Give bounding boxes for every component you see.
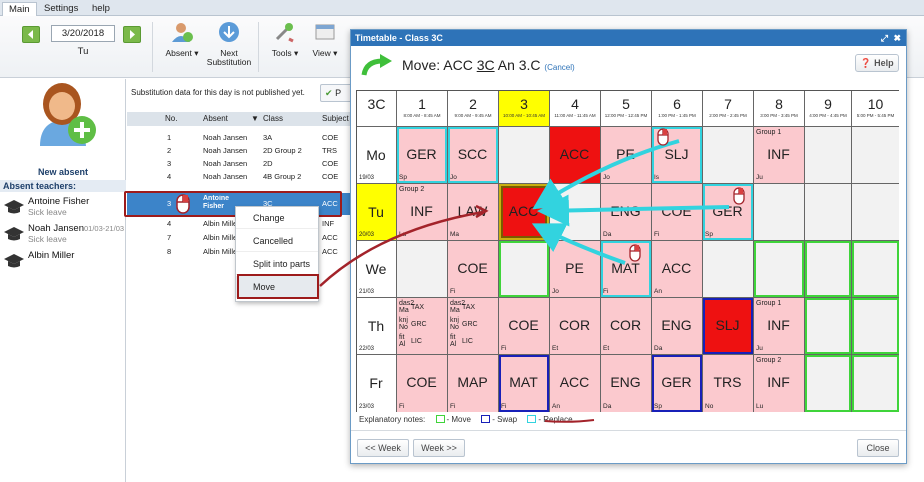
menu-item-cancelled[interactable]: Cancelled: [236, 230, 318, 252]
mouse-icon: [176, 194, 190, 214]
maximize-icon[interactable]: ⤢: [881, 30, 888, 46]
tab-help[interactable]: help: [86, 2, 116, 16]
check-icon: ✔: [325, 88, 333, 98]
left-panel: New absent Absent teachers: Antoine Fish…: [0, 79, 126, 482]
view-button[interactable]: View ▾: [308, 21, 342, 58]
tools-icon: [275, 23, 294, 43]
help-icon: ❓: [860, 58, 872, 68]
new-absent-label[interactable]: New absent: [0, 167, 126, 177]
date-field[interactable]: 3/20/2018: [51, 25, 115, 42]
help-button[interactable]: ❓ Help: [855, 54, 899, 72]
dialog-title: Timetable - Class 3C ⤢ ✖: [351, 30, 906, 46]
graduation-cap-icon: [4, 200, 24, 214]
weekday-label: Tu: [77, 46, 89, 57]
menu-item-change[interactable]: Change: [236, 207, 318, 229]
graduation-cap-icon: [4, 227, 24, 241]
tools-button[interactable]: Tools ▾: [268, 21, 302, 58]
menu-item-split[interactable]: Split into parts: [236, 253, 318, 275]
list-header: No. Absent ▼ Class Subject: [127, 112, 352, 126]
timetable-dialog: Timetable - Class 3C ⤢ ✖ Move: ACC 3C An…: [350, 29, 907, 464]
move-swatch: [435, 415, 445, 423]
table-row[interactable]: 1 Noah Jansen 3A COE: [127, 132, 352, 144]
next-day-button[interactable]: [123, 26, 141, 43]
prev-week-button[interactable]: << Week: [357, 439, 409, 457]
mouse-icon: [657, 128, 669, 146]
legend: Explanatory notes: - Move - Swap - Repla…: [359, 415, 573, 424]
dialog-footer: << Week Week >> Close: [351, 430, 906, 464]
move-description: Move: ACC 3C An 3.C (Cancel): [402, 57, 575, 73]
mouse-icon: [733, 187, 745, 205]
absent-teachers-header: Absent teachers:: [0, 180, 126, 192]
arrow-right-icon: [130, 30, 135, 39]
absent-button[interactable]: Absent ▾: [160, 21, 204, 58]
table-row[interactable]: 3 Noah Jansen 2D COE: [127, 158, 352, 170]
timetable-grid: 3C 1 8:00 AM - 8:45 AM 2 9:00 AM - 9:45 AM…: [356, 90, 899, 412]
tab-settings[interactable]: Settings: [38, 2, 84, 16]
down-arrow-circle-icon: [219, 22, 239, 42]
close-icon[interactable]: ✖: [893, 30, 901, 46]
swap-swatch: [481, 415, 491, 423]
table-row[interactable]: 4 Noah Jansen 4B Group 2 COE: [127, 171, 352, 183]
person-absent-icon: [172, 23, 193, 42]
arrow-left-icon: [28, 30, 33, 39]
menu-bar: Main Settings help: [0, 0, 924, 16]
move-item-outline: [237, 274, 319, 299]
publish-info: Substitution data for this day is not pu…: [131, 88, 305, 97]
prev-day-button[interactable]: [22, 26, 40, 43]
absent-teacher-item[interactable]: Albin Miller: [0, 249, 126, 273]
graduation-cap-icon: [4, 254, 24, 268]
new-absent-button[interactable]: [30, 82, 100, 148]
view-icon: [315, 24, 335, 40]
move-bar: Move: ACC 3C An 3.C (Cancel) ❓ Help: [351, 46, 906, 82]
move-arrow-icon: [361, 54, 392, 76]
mouse-icon: [629, 244, 641, 262]
close-button[interactable]: Close: [857, 439, 899, 457]
tab-main[interactable]: Main: [2, 2, 37, 16]
next-substitution-button[interactable]: Next Substitution: [206, 21, 252, 67]
sort-down-icon: ▼: [251, 114, 259, 123]
cancel-move-link[interactable]: (Cancel): [544, 63, 574, 72]
absent-teacher-item[interactable]: Noah Jansen 01/03-21/03 Sick leave: [0, 222, 126, 246]
new-absent-icon: [40, 83, 96, 146]
absent-teacher-item[interactable]: Antoine Fisher Sick leave: [0, 195, 126, 219]
next-week-button[interactable]: Week >>: [413, 439, 465, 457]
replace-swatch: [527, 415, 537, 423]
table-row[interactable]: 2 Noah Jansen 2D Group 2 TRS: [127, 145, 352, 157]
publish-button[interactable]: ✔ P: [320, 84, 352, 102]
